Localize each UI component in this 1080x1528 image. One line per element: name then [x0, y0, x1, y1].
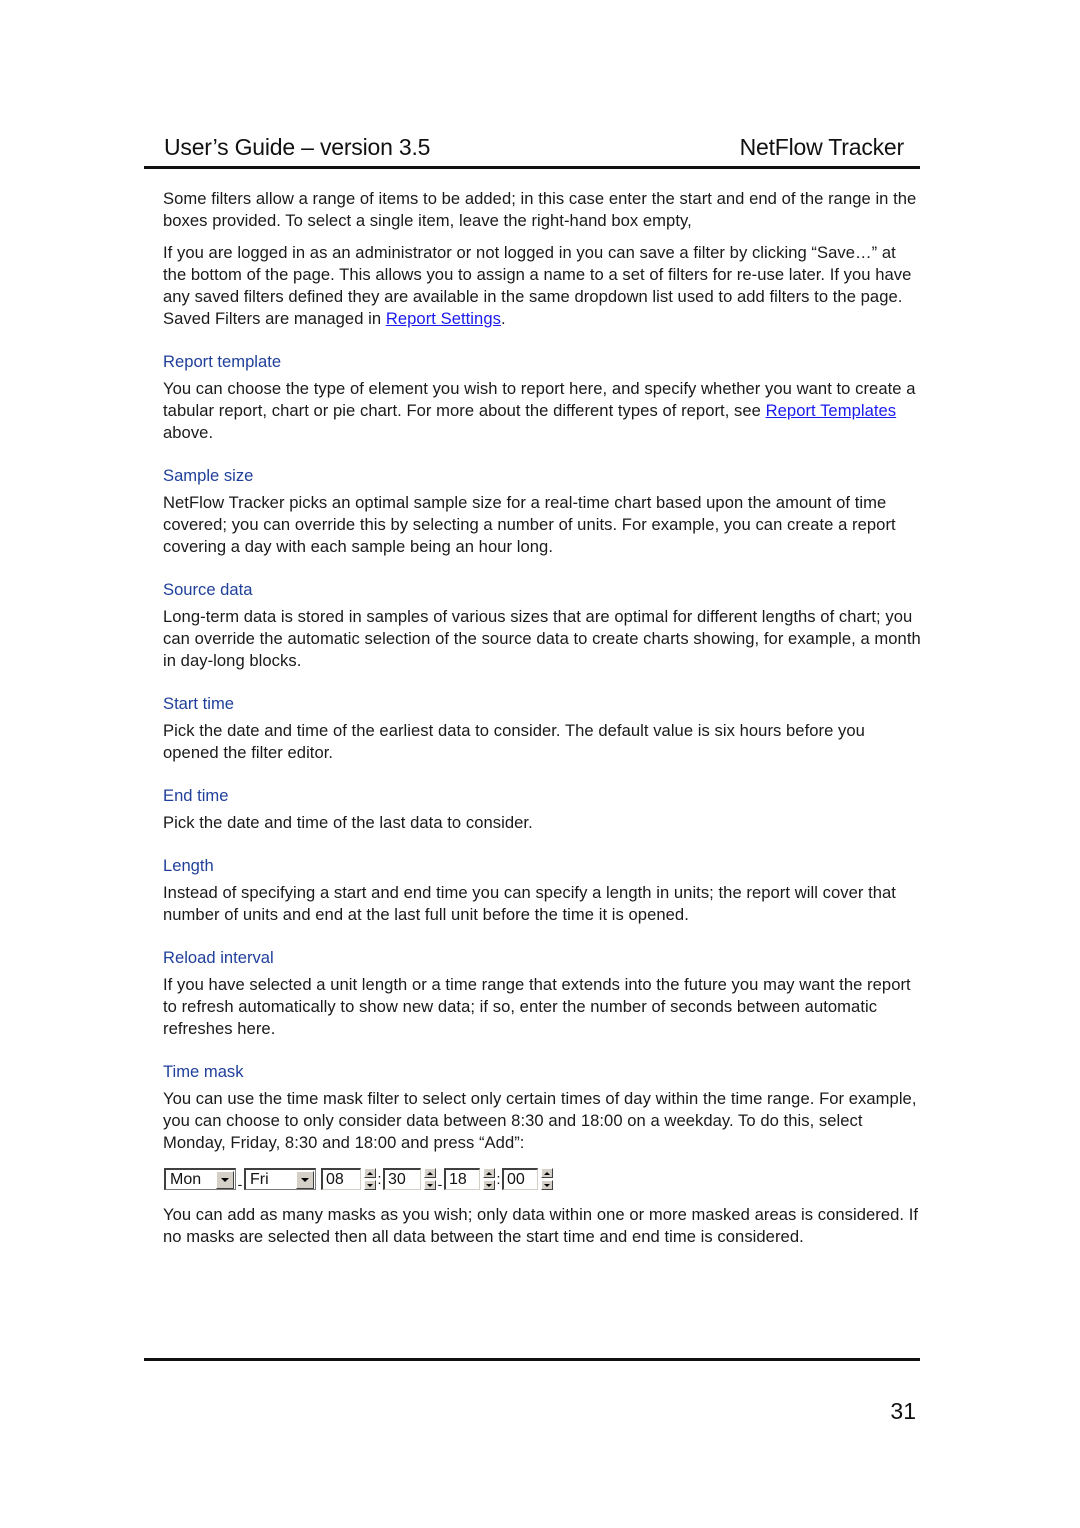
sample-size-text: NetFlow Tracker picks an optimal sample … — [163, 493, 896, 556]
chevron-down-icon — [221, 1177, 229, 1182]
spin-up-button[interactable] — [541, 1168, 553, 1178]
product-name: NetFlow Tracker — [739, 134, 905, 160]
document-title: User’s Guide – version 3.5 — [164, 134, 431, 160]
end-hour-input[interactable]: 18 — [444, 1168, 480, 1190]
end-day-dropdown-button[interactable] — [296, 1170, 314, 1189]
end-minute-spinner[interactable] — [541, 1168, 553, 1190]
chevron-down-icon — [301, 1177, 309, 1182]
length-text: Instead of specifying a start and end ti… — [163, 883, 896, 924]
heading-sample-size: Sample size — [163, 466, 254, 485]
heading-time-mask: Time mask — [163, 1062, 244, 1081]
end-time-text: Pick the date and time of the last data … — [163, 813, 533, 832]
report-template-text: You can choose the type of element you w… — [163, 379, 916, 442]
time-separator: : — [496, 1170, 501, 1188]
start-day-dropdown-button[interactable] — [216, 1170, 234, 1189]
arrow-up-icon — [427, 1171, 433, 1175]
start-minute-spinner[interactable] — [424, 1168, 436, 1190]
arrow-up-icon — [367, 1171, 373, 1175]
heading-source-data: Source data — [163, 580, 253, 599]
spin-up-button[interactable] — [424, 1168, 436, 1178]
spin-up-button[interactable] — [364, 1168, 376, 1178]
heading-reload-interval: Reload interval — [163, 948, 274, 967]
arrow-down-icon — [367, 1183, 373, 1187]
start-time-text: Pick the date and time of the earliest d… — [163, 721, 865, 762]
start-hour-spinner[interactable] — [364, 1168, 376, 1190]
arrow-down-icon — [427, 1183, 433, 1187]
time-mask-widget: Mon - Fri 08 : 30 - 18 : 00 — [164, 1166, 921, 1192]
arrow-up-icon — [486, 1171, 492, 1175]
spin-down-button[interactable] — [541, 1180, 553, 1190]
page-number: 31 — [890, 1398, 916, 1424]
report-templates-link[interactable]: Report Templates — [766, 401, 897, 420]
page-content: Some filters allow a range of items to b… — [163, 188, 921, 1258]
spin-down-button[interactable] — [424, 1180, 436, 1190]
report-settings-link[interactable]: Report Settings — [386, 309, 501, 328]
reload-interval-text: If you have selected a unit length or a … — [163, 975, 911, 1038]
source-data-text: Long-term data is stored in samples of v… — [163, 607, 921, 670]
arrow-down-icon — [544, 1183, 550, 1187]
start-hour-input[interactable]: 08 — [321, 1168, 361, 1190]
heading-report-template: Report template — [163, 352, 282, 371]
heading-length: Length — [163, 856, 214, 875]
spin-down-button[interactable] — [364, 1180, 376, 1190]
end-day-value: Fri — [250, 1170, 269, 1188]
heading-end-time: End time — [163, 786, 229, 805]
page-header: User’s Guide – version 3.5 NetFlow Track… — [144, 134, 920, 169]
time-separator: : — [377, 1170, 382, 1188]
time-range-separator: - — [437, 1176, 443, 1192]
day-range-separator: - — [237, 1176, 243, 1192]
footer-rule — [144, 1358, 920, 1361]
end-hour-spinner[interactable] — [483, 1168, 495, 1190]
time-mask-followup-text: You can add as many masks as you wish; o… — [163, 1205, 919, 1246]
start-day-value: Mon — [170, 1170, 202, 1188]
intro-paragraph-range: Some filters allow a range of items to b… — [163, 189, 917, 230]
spin-up-button[interactable] — [483, 1168, 495, 1178]
time-mask-text: You can use the time mask filter to sele… — [163, 1089, 917, 1152]
end-minute-input[interactable]: 00 — [502, 1168, 538, 1190]
intro-paragraph-save: If you are logged in as an administrator… — [163, 243, 912, 328]
spin-down-button[interactable] — [483, 1180, 495, 1190]
arrow-down-icon — [486, 1183, 492, 1187]
start-day-select[interactable]: Mon — [164, 1168, 236, 1190]
start-minute-input[interactable]: 30 — [383, 1168, 421, 1190]
arrow-up-icon — [544, 1171, 550, 1175]
end-day-select[interactable]: Fri — [244, 1168, 316, 1190]
heading-start-time: Start time — [163, 694, 235, 713]
